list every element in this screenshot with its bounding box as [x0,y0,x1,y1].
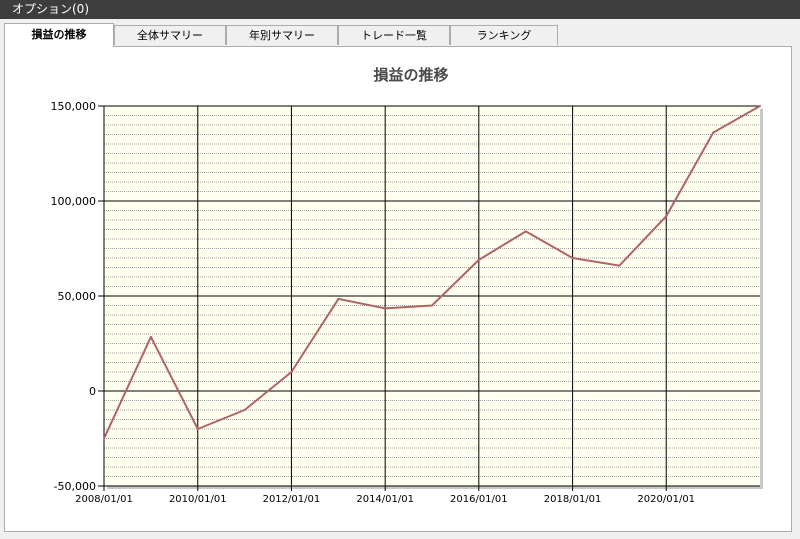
data-point [665,215,668,218]
data-point [103,437,105,440]
data-point [149,335,152,338]
data-point [243,409,246,411]
tab-pnl-trend[interactable]: 損益の推移 [4,23,114,47]
data-point [524,230,527,233]
chart-title: 損益の推移 [373,66,448,84]
x-tick-label: 2008/01/01 [75,494,133,505]
x-tick-label: 2012/01/01 [263,494,321,505]
data-point [337,297,340,300]
pnl-line-chart: 損益の推移 -50,000 0 50,000 100,000 150,000 2008/0… [51,66,763,505]
x-tick-label: 2018/01/01 [544,494,602,505]
y-tick-label: 150,000 [51,100,97,113]
data-point [290,371,293,373]
data-point [477,258,480,261]
data-point [759,105,761,107]
y-tick-label: 100,000 [51,195,97,208]
data-point [571,257,574,259]
data-point [431,304,433,307]
x-tick-label: 2016/01/01 [450,494,508,505]
data-point [712,131,715,134]
data-point [196,428,199,430]
y-tick-label: -50,000 [54,480,96,493]
x-tick-label: 2020/01/01 [637,494,695,505]
data-point [384,307,387,310]
data-point [618,264,621,267]
y-tick-label: 50,000 [58,290,97,303]
x-tick-label: 2010/01/01 [169,494,227,505]
y-tick-label: 0 [89,385,96,398]
x-tick-label: 2014/01/01 [356,494,414,505]
